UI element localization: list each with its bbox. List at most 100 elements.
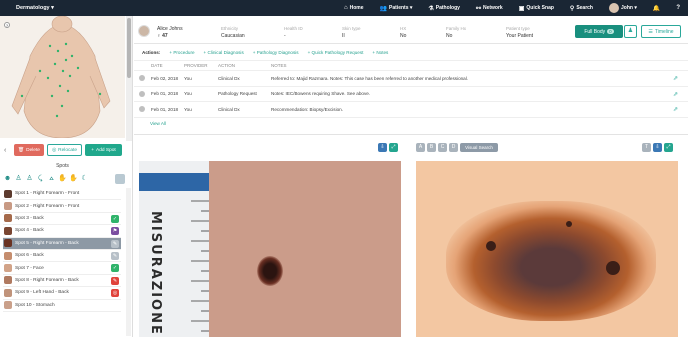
list-item[interactable]: Spot 3 - Back ✓ — [3, 213, 121, 226]
external-link-icon[interactable]: ⇗ — [673, 91, 678, 98]
timeline-button[interactable]: ☰ Timeline — [641, 25, 681, 38]
patient-age: ♀ 47 — [157, 33, 168, 39]
camera-icon: ▣ — [518, 5, 525, 12]
list-item[interactable]: Spot 10 - Stomach — [3, 300, 121, 312]
user-menu[interactable]: John ▾ — [609, 3, 637, 13]
timeline-label: Timeline — [654, 28, 674, 35]
field-patient-type: Patient type Your Patient — [506, 26, 533, 39]
nav-home-label: Home — [349, 5, 364, 11]
patient-age-value: 47 — [162, 33, 168, 39]
external-link-icon[interactable]: ⇗ — [673, 75, 678, 82]
patient-profile-button[interactable]: ♟ — [624, 25, 637, 38]
letter-c-button[interactable]: C — [438, 143, 447, 152]
nav-network[interactable]: ⚯ Network — [476, 5, 503, 12]
module-dropdown[interactable]: Dermatology ▾ — [16, 5, 54, 11]
letter-d-button[interactable]: D — [449, 143, 458, 152]
search-icon: ⚲ — [569, 5, 575, 12]
field-health-id: Health ID - — [284, 26, 303, 39]
dermoscopy-image[interactable] — [416, 161, 678, 337]
quick-pathology-request-link[interactable]: + Quick Pathology Request — [308, 50, 364, 55]
spot-actions: ‹ 🗑 Delete ◎ Relocate + Add Spot — [0, 144, 133, 156]
top-navbar: Dermatology ▾ ⌂ Home 👥 Patients ▾ ⚗ Patholo… — [0, 0, 688, 16]
hand-filter-icon[interactable]: ✋ — [58, 174, 67, 184]
nav-home[interactable]: ⌂ Home — [344, 5, 364, 11]
list-item[interactable]: Spot 2 - Right Forearm - Front — [3, 200, 121, 213]
list-item[interactable]: Spot 8 - Right Forearm - Back ✎ — [3, 275, 121, 288]
add-spot-label: Add Spot — [96, 147, 116, 153]
arm-filter-icon[interactable]: ⤹ — [36, 174, 45, 184]
spot-thumbnail — [4, 288, 12, 297]
nav-pathology-label: Pathology — [435, 5, 460, 11]
spot-list: Spot 1 - Right Forearm - Front Spot 2 - … — [3, 188, 121, 312]
spot-label: Spot 9 - Left Hand - Back — [15, 290, 69, 296]
table-row[interactable]: Feb 01, 2018 You Clinical Dx Recommendat… — [134, 102, 688, 118]
leg-filter-icon[interactable]: ⩟ — [47, 174, 56, 184]
body-map[interactable]: ? — [0, 16, 125, 138]
list-item[interactable]: Spot 4 - Back ⚑ — [3, 225, 121, 238]
head-filter-icon[interactable]: ☻ — [3, 174, 12, 184]
list-item[interactable]: Spot 1 - Right Forearm - Front — [3, 188, 121, 201]
nav-patients[interactable]: 👥 Patients ▾ — [380, 5, 413, 12]
add-notes-link[interactable]: + Notes — [372, 50, 388, 55]
help-button[interactable]: ? — [676, 5, 680, 11]
field-label: Health ID — [284, 26, 303, 31]
relocate-label: Relocate — [58, 147, 78, 153]
expand-icon[interactable]: ⤢ — [389, 143, 398, 152]
torso-front-filter-icon[interactable]: ♙ — [14, 174, 23, 184]
clinical-image[interactable]: MISURAZIONE — [139, 161, 401, 337]
notifications-button[interactable]: 🔔 — [653, 5, 660, 12]
letter-a-button[interactable]: A — [416, 143, 425, 152]
delete-button[interactable]: 🗑 Delete — [14, 144, 44, 156]
body-map-scrollbar[interactable] — [126, 16, 132, 141]
field-value: Your Patient — [506, 33, 534, 39]
chevron-left-icon[interactable]: ‹ — [4, 147, 11, 154]
scrollbar-thumb[interactable] — [127, 18, 131, 78]
all-filter-button[interactable] — [115, 173, 125, 184]
field-value: II — [342, 33, 345, 39]
header-action: ACTION — [218, 63, 236, 68]
field-value: No — [400, 33, 407, 39]
spot-label: Spot 4 - Back — [15, 228, 44, 234]
table-row[interactable]: Feb 01, 2018 You Pathology Request Notes… — [134, 87, 688, 102]
moon-filter-icon[interactable]: ☾ — [80, 174, 89, 184]
add-procedure-link[interactable]: + Procedure — [169, 50, 194, 55]
spot-label: Spot 10 - Stomach — [15, 302, 55, 308]
list-item[interactable]: Spot 5 - Right Forearm - Back ✎ — [3, 237, 121, 250]
letter-b-button[interactable]: B — [427, 143, 436, 152]
person-icon: ♟ — [627, 28, 634, 34]
table-row[interactable]: Feb 02, 2018 You Clinical Dx Referred to… — [134, 71, 688, 87]
add-spot-button[interactable]: + Add Spot — [85, 144, 122, 156]
delete-label: Delete — [26, 147, 40, 153]
avatar — [138, 25, 150, 37]
external-link-icon[interactable]: ⇗ — [673, 106, 678, 113]
hand-back-filter-icon[interactable]: ✋ — [69, 174, 78, 184]
view-all-link[interactable]: View All — [150, 121, 688, 126]
spot-thumbnail — [4, 214, 12, 223]
nav-pathology[interactable]: ⚗ Pathology — [428, 5, 460, 12]
add-clinical-diagnosis-link[interactable]: + Clinical Diagnosis — [204, 50, 244, 55]
divider — [134, 134, 688, 135]
row-marker — [134, 75, 150, 82]
help-icon[interactable]: ? — [4, 22, 10, 28]
download-icon[interactable]: ⇩ — [653, 143, 662, 152]
full-body-button[interactable]: Full Body 0 — [575, 25, 623, 38]
download-icon[interactable]: ⇩ — [378, 143, 387, 152]
nav-quick-snap[interactable]: ▣ Quick Snap — [519, 5, 554, 12]
text-icon[interactable]: T — [642, 143, 651, 152]
relocate-button[interactable]: ◎ Relocate — [47, 144, 82, 156]
field-label: Family Hx — [446, 26, 466, 31]
spot-list-scrollbar[interactable] — [126, 188, 131, 336]
torso-back-filter-icon[interactable]: ♙ — [25, 174, 34, 184]
add-pathology-diagnosis-link[interactable]: + Pathology Diagnosis — [253, 50, 299, 55]
list-item[interactable]: Spot 6 - Back ✎ — [3, 250, 121, 263]
field-label: Ethnicity — [221, 26, 239, 31]
list-item[interactable]: Spot 7 - Face ✓ — [3, 262, 121, 275]
nav-network-label: Network — [482, 5, 503, 11]
expand-icon[interactable]: ⤢ — [664, 143, 673, 152]
row-action: Clinical Dx — [218, 75, 240, 81]
right-image-toolbar: A B C D Visual Search — [416, 143, 498, 153]
nav-search[interactable]: ⚲ Search — [570, 5, 593, 12]
visual-search-button[interactable]: Visual Search — [460, 143, 498, 152]
table-header: DATE PROVIDER ACTION NOTES — [134, 60, 688, 71]
list-item[interactable]: Spot 9 - Left Hand - Back ◎ — [3, 287, 121, 300]
